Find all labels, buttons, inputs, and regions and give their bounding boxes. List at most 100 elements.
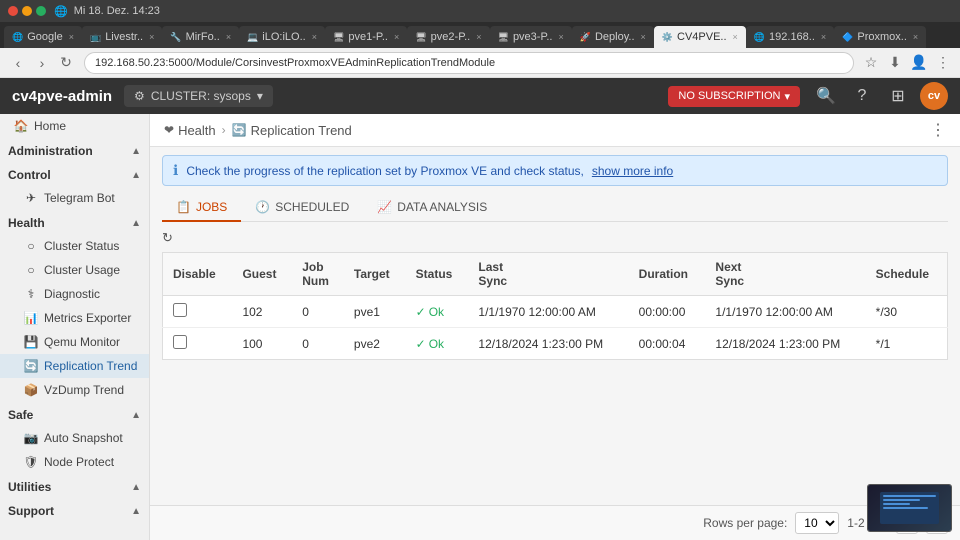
back-button[interactable]: ‹ (8, 53, 28, 73)
nav-buttons: ‹ › ↻ (8, 53, 76, 73)
cluster-selector[interactable]: ⚙ CLUSTER: sysops ▾ (124, 85, 273, 107)
col-guest: Guest (232, 253, 292, 296)
support-label: Support (8, 504, 54, 518)
control-label: Control (8, 168, 51, 182)
vzdump-icon: 📦 (24, 383, 38, 397)
thumb-line-4 (883, 507, 927, 509)
minimize-dot[interactable] (22, 6, 32, 16)
tab-pve2[interactable]: 🖥 pve2-P.. × (407, 26, 489, 48)
address-input[interactable] (84, 52, 854, 74)
tab-cv4pve[interactable]: ⚙️ CV4PVE.. × (654, 26, 746, 48)
browser-tab-bar: 🌐 Google × 📺 Livestr.. × 🔧 MirFo.. × 💻 i… (0, 22, 960, 48)
cell-job-num-1: 0 (292, 296, 344, 328)
info-bar: ℹ Check the progress of the replication … (162, 155, 948, 186)
tab-ip[interactable]: 🌐 192.168.. × (746, 26, 834, 48)
reload-button[interactable]: ↻ (56, 53, 76, 73)
menu-icon[interactable]: ⋮ (934, 54, 952, 72)
tab-data-analysis[interactable]: 📈 DATA ANALYSIS (363, 194, 501, 222)
col-next-sync: NextSync (705, 253, 865, 296)
col-job-num: JobNum (292, 253, 344, 296)
replication-bc-icon: 🔄 (232, 123, 247, 137)
browser-toolbar: ☆ ⬇ 👤 ⋮ (862, 54, 952, 72)
replication-trend-label: Replication Trend (44, 359, 137, 373)
tab-jobs[interactable]: 📋 JOBS (162, 194, 241, 222)
tab-scheduled-label: SCHEDULED (275, 200, 349, 214)
sidebar-section-administration[interactable]: Administration ▲ (0, 138, 149, 162)
tab-ilo[interactable]: 💻 iLO:iLO.. × (239, 26, 325, 48)
sidebar-item-diagnostic[interactable]: ⚕ Diagnostic (0, 282, 149, 306)
refresh-button[interactable]: ↻ (162, 230, 173, 246)
tab-livestream[interactable]: 📺 Livestr.. × (82, 26, 162, 48)
table-row: 102 0 pve1 ✓Ok 1/1/1970 12:00:00 AM 00:0… (163, 296, 948, 328)
close-dot[interactable] (8, 6, 18, 16)
sidebar-item-qemu-monitor[interactable]: 💾 Qemu Monitor (0, 330, 149, 354)
metrics-exporter-label: Metrics Exporter (44, 311, 131, 325)
help-icon[interactable]: ? (848, 82, 876, 110)
sidebar-item-auto-snapshot[interactable]: 📷 Auto Snapshot (0, 426, 149, 450)
sidebar-item-cluster-status[interactable]: ○ Cluster Status (0, 234, 149, 258)
breadcrumb-separator: › (222, 123, 226, 137)
sidebar-item-node-protect[interactable]: 🛡 Node Protect (0, 450, 149, 474)
telegram-bot-label: Telegram Bot (44, 191, 115, 205)
sidebar-item-cluster-usage[interactable]: ○ Cluster Usage (0, 258, 149, 282)
bookmark-icon[interactable]: ☆ (862, 54, 880, 72)
cell-target-1: pve1 (344, 296, 406, 328)
sidebar-section-health[interactable]: Health ▲ (0, 210, 149, 234)
subscription-badge[interactable]: NO SUBSCRIPTION ▾ (668, 86, 800, 107)
chevron-down-icon: ▾ (257, 89, 263, 103)
refresh-icon: ↻ (162, 230, 173, 246)
breadcrumb-health[interactable]: ❤ Health (164, 123, 216, 138)
cell-next-sync-2: 12/18/2024 1:23:00 PM (705, 328, 865, 360)
qemu-icon: 💾 (24, 335, 38, 349)
safe-label: Safe (8, 408, 33, 422)
sidebar-item-vzdump-trend[interactable]: 📦 VzDump Trend (0, 378, 149, 402)
sidebar-section-safe[interactable]: Safe ▲ (0, 402, 149, 426)
sidebar-section-support[interactable]: Support ▲ (0, 498, 149, 522)
thumbnail-inner (868, 485, 951, 531)
cell-status-2: ✓Ok (406, 328, 469, 360)
cell-schedule-1: */30 (866, 296, 948, 328)
usage-icon: ○ (24, 263, 38, 277)
grid-icon[interactable]: ⊞ (884, 82, 912, 110)
tab-mirfo[interactable]: 🔧 MirFo.. × (162, 26, 239, 48)
utilities-label: Utilities (8, 480, 51, 494)
browser-title: 🌐 Mi 18. Dez. 14:23 (54, 5, 952, 18)
tab-google[interactable]: 🌐 Google × (4, 26, 82, 48)
avatar[interactable]: cv (920, 82, 948, 110)
cell-duration-2: 00:00:04 (629, 328, 706, 360)
rows-per-page-select[interactable]: 10 25 50 (795, 512, 839, 534)
sidebar-section-utilities[interactable]: Utilities ▲ (0, 474, 149, 498)
jobs-icon: 📋 (176, 200, 191, 214)
tab-scheduled[interactable]: 🕐 SCHEDULED (241, 194, 363, 222)
safe-collapse-icon: ▲ (131, 410, 141, 421)
disable-checkbox-1[interactable] (173, 303, 187, 317)
tab-deploy[interactable]: 🚀 Deploy.. × (572, 26, 654, 48)
cell-disable-2[interactable] (163, 328, 233, 360)
breadcrumb-more-button[interactable]: ⋮ (930, 120, 946, 140)
tab-proxmox[interactable]: 🔷 Proxmox.. × (834, 26, 926, 48)
download-icon[interactable]: ⬇ (886, 54, 904, 72)
tab-pve1[interactable]: 🖥 pve1-P.. × (325, 26, 407, 48)
tab-jobs-label: JOBS (196, 200, 227, 214)
check-icon: ✓ (416, 337, 426, 351)
forward-button[interactable]: › (32, 53, 52, 73)
metrics-icon: 📊 (24, 311, 38, 325)
maximize-dot[interactable] (36, 6, 46, 16)
disable-checkbox-2[interactable] (173, 335, 187, 349)
tab-pve3[interactable]: 🖥 pve3-P.. × (490, 26, 572, 48)
replication-icon: 🔄 (24, 359, 38, 373)
info-link[interactable]: show more info (592, 164, 673, 178)
thumb-line-2 (883, 499, 919, 501)
heart-icon: ❤ (164, 123, 174, 137)
sidebar-item-home[interactable]: 🏠 Home (0, 114, 149, 138)
sidebar-section-control[interactable]: Control ▲ (0, 162, 149, 186)
cell-disable-1[interactable] (163, 296, 233, 328)
col-disable: Disable (163, 253, 233, 296)
sidebar-item-telegram-bot[interactable]: ✈ Telegram Bot (0, 186, 149, 210)
address-bar: ‹ › ↻ ☆ ⬇ 👤 ⋮ (0, 48, 960, 78)
search-icon[interactable]: 🔍 (812, 82, 840, 110)
breadcrumb-replication[interactable]: 🔄 Replication Trend (232, 123, 352, 138)
sidebar-item-replication-trend[interactable]: 🔄 Replication Trend (0, 354, 149, 378)
profile-icon[interactable]: 👤 (910, 54, 928, 72)
sidebar-item-metrics-exporter[interactable]: 📊 Metrics Exporter (0, 306, 149, 330)
